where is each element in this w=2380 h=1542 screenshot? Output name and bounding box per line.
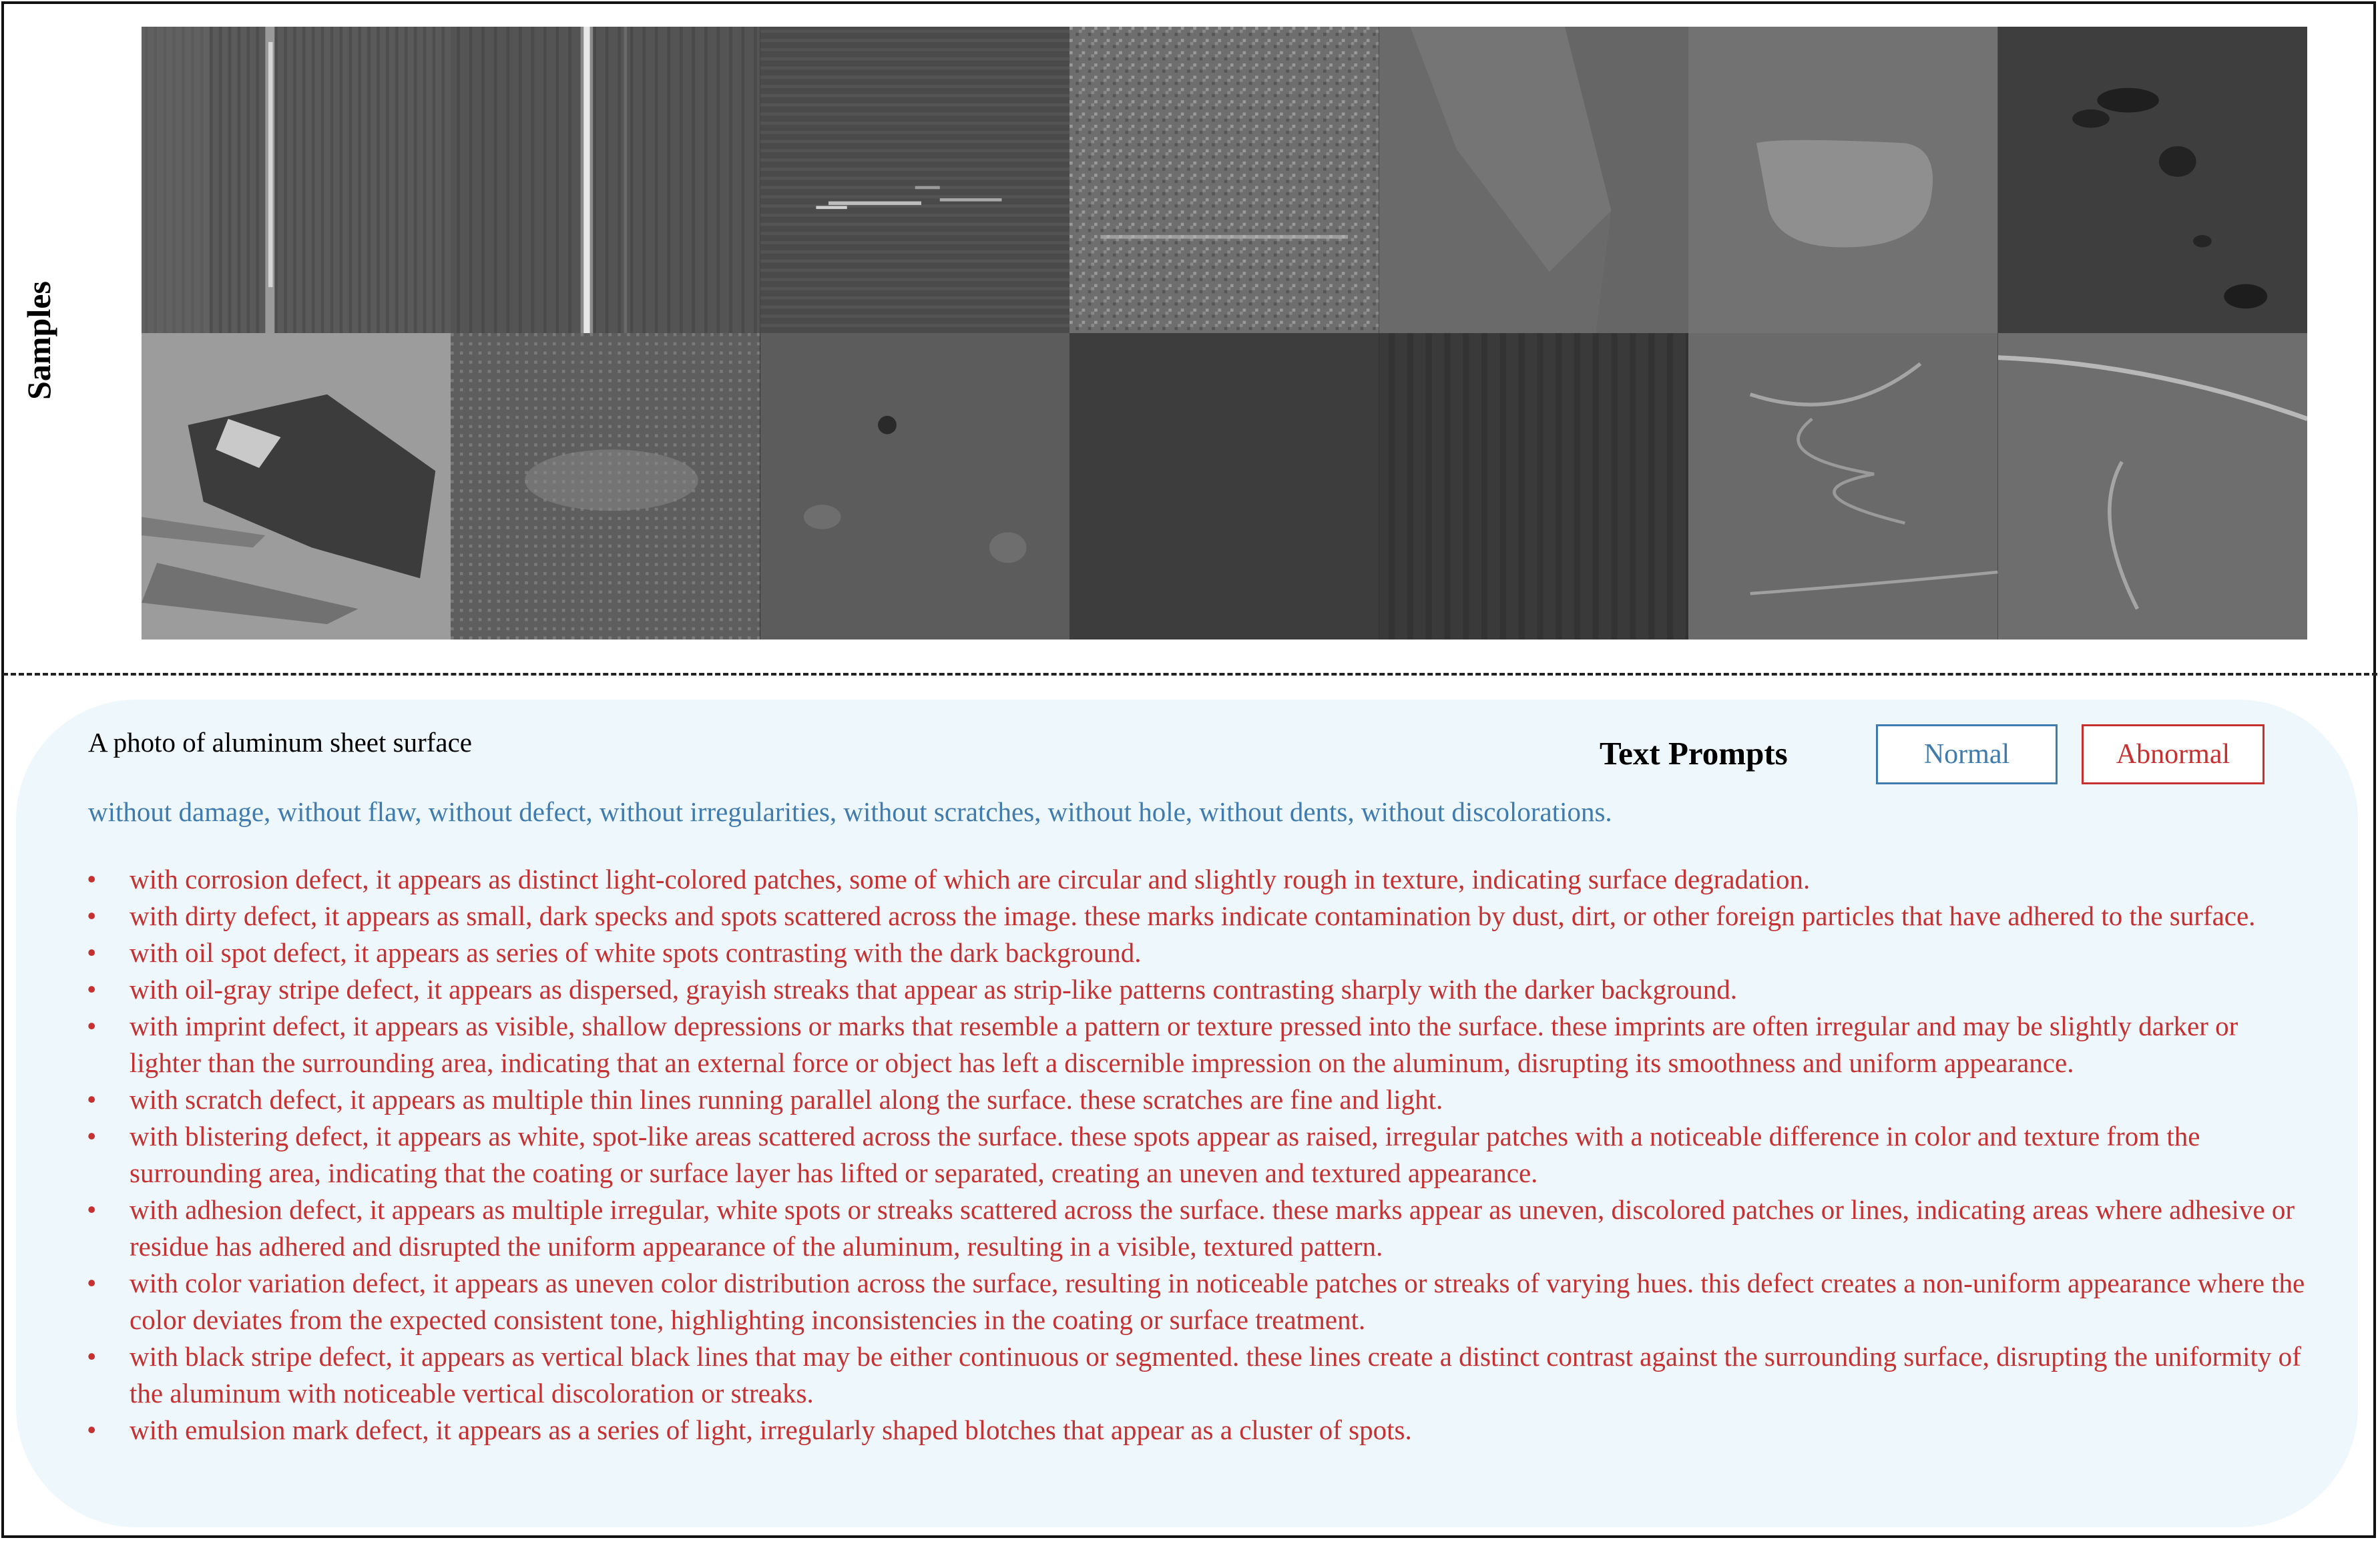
samples-label: Samples	[20, 281, 57, 400]
list-item: with color variation defect, it appears …	[81, 1265, 2309, 1338]
sample-image	[1997, 27, 2307, 333]
list-item: with scratch defect, it appears as multi…	[81, 1081, 2309, 1118]
list-item: with black stripe defect, it appears as …	[81, 1338, 2309, 1412]
sample-image-grid	[142, 27, 2307, 639]
abnormal-prompt-list: with corrosion defect, it appears as dis…	[81, 861, 2309, 1449]
list-item: with corrosion defect, it appears as dis…	[81, 861, 2309, 898]
list-item: with blistering defect, it appears as wh…	[81, 1118, 2309, 1192]
section-divider	[3, 673, 2377, 676]
lead-text: A photo of aluminum sheet surface	[88, 727, 473, 758]
text-prompts-title: Text Prompts	[1600, 735, 1788, 772]
normal-prompts: without damage, without flaw, without de…	[88, 796, 1612, 827]
sample-image	[1688, 333, 1998, 639]
sample-image	[1069, 27, 1379, 333]
sample-image	[142, 27, 451, 333]
list-item: with emulsion mark defect, it appears as…	[81, 1412, 2309, 1449]
list-item: with dirty defect, it appears as small, …	[81, 898, 2309, 935]
list-item: with oil spot defect, it appears as seri…	[81, 935, 2309, 971]
sample-image	[760, 333, 1070, 639]
sample-image	[1379, 333, 1689, 639]
abnormal-legend-tag: Abnormal	[2082, 724, 2265, 784]
sample-image	[1379, 27, 1689, 333]
normal-legend-tag: Normal	[1876, 724, 2058, 784]
list-item: with imprint defect, it appears as visib…	[81, 1008, 2309, 1081]
list-item: with oil-gray stripe defect, it appears …	[81, 971, 2309, 1008]
sample-image	[1997, 333, 2307, 639]
sample-image	[451, 333, 760, 639]
sample-image	[142, 333, 451, 639]
sample-image	[1688, 27, 1998, 333]
list-item: with adhesion defect, it appears as mult…	[81, 1192, 2309, 1265]
sample-image	[1069, 333, 1379, 639]
sample-image	[451, 27, 760, 333]
sample-image	[760, 27, 1070, 333]
